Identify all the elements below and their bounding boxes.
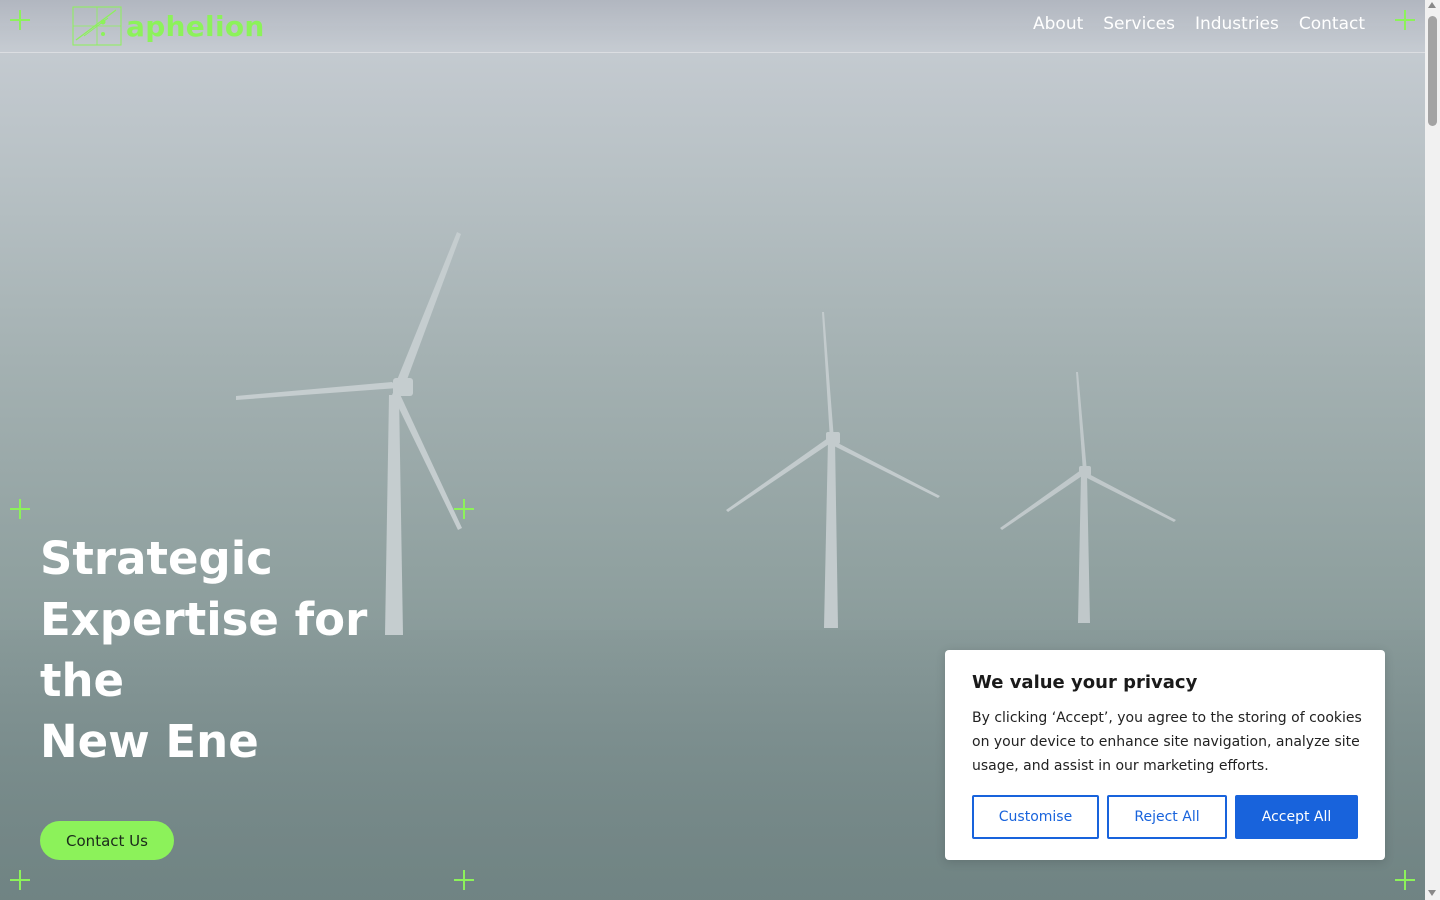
cookie-banner: We value your privacy By clicking ‘Accep… — [945, 650, 1385, 860]
reject-all-button[interactable]: Reject All — [1107, 795, 1227, 839]
main-nav: About Services Industries Contact — [1033, 14, 1365, 34]
hero-title-line: Expertise for the — [40, 593, 368, 707]
cookie-body: By clicking ‘Accept’, you agree to the s… — [972, 710, 1362, 774]
logo-mark-icon — [72, 6, 122, 46]
contact-us-button[interactable]: Contact Us — [40, 821, 174, 860]
scroll-down-arrow-icon[interactable] — [1428, 890, 1436, 896]
scroll-thumb[interactable] — [1428, 16, 1437, 126]
customise-button[interactable]: Customise — [972, 795, 1099, 839]
logo[interactable]: aphelion — [72, 6, 265, 46]
logo-text: aphelion — [126, 9, 265, 43]
plus-icon — [454, 499, 474, 519]
hero-title-line: Strategic — [40, 532, 273, 585]
accept-all-button[interactable]: Accept All — [1235, 795, 1358, 839]
scrollbar[interactable] — [1425, 0, 1440, 900]
nav-contact[interactable]: Contact — [1299, 14, 1365, 34]
plus-icon — [1395, 870, 1415, 890]
cookie-title: We value your privacy — [972, 672, 1198, 693]
plus-icon — [10, 10, 30, 30]
nav-industries[interactable]: Industries — [1195, 14, 1279, 34]
scroll-up-arrow-icon[interactable] — [1428, 2, 1436, 8]
plus-icon — [1395, 10, 1415, 30]
plus-icon — [10, 499, 30, 519]
plus-icon — [454, 870, 474, 890]
site-header: aphelion About Services Industries Conta… — [0, 0, 1425, 53]
nav-services[interactable]: Services — [1103, 14, 1175, 34]
hero-title: Strategic Expertise for the New Ene — [40, 528, 460, 772]
nav-about[interactable]: About — [1033, 14, 1083, 34]
plus-icon — [10, 870, 30, 890]
hero-title-line: New Ene — [40, 715, 259, 768]
